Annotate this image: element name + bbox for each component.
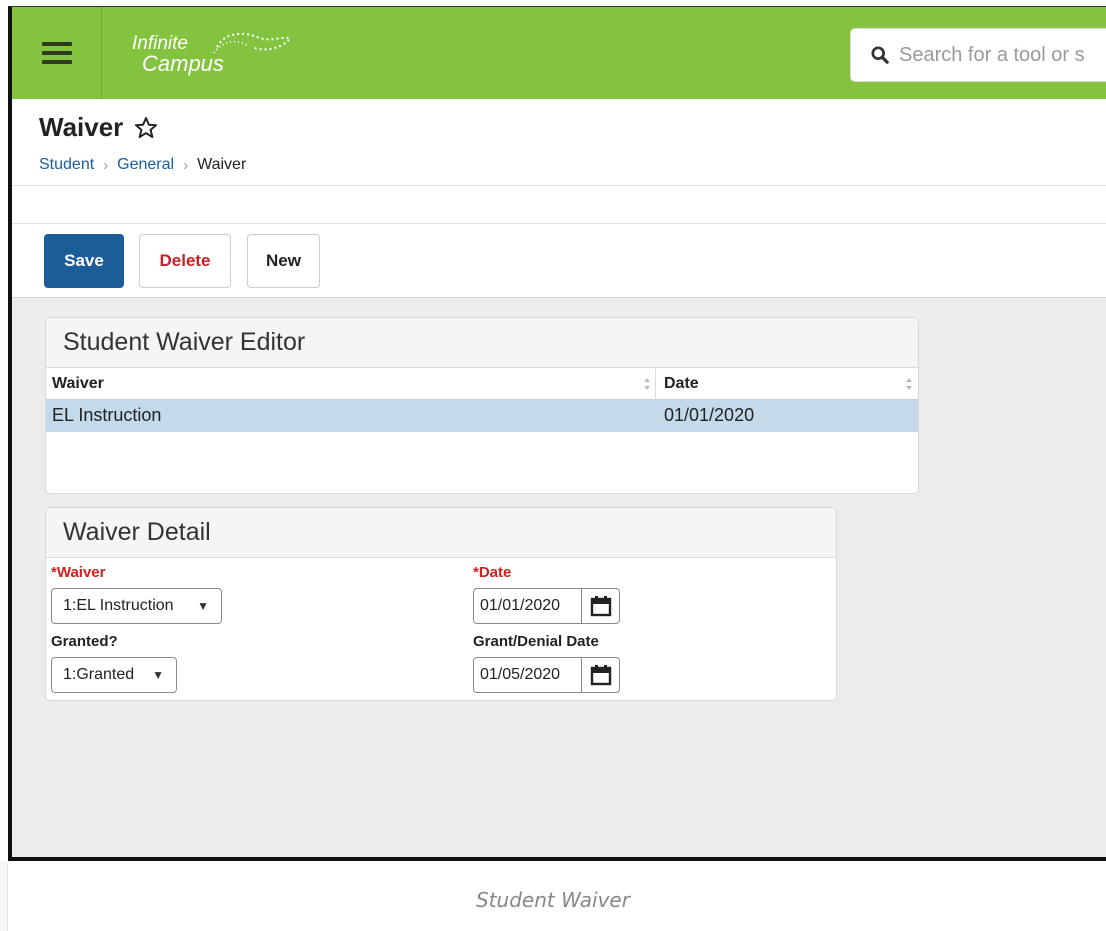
waiver-detail-panel: Waiver Detail *Waiver 1:EL Instruction ▼… [45, 507, 837, 701]
table-header: Waiver Date [46, 368, 918, 400]
action-toolbar: Save Delete New [12, 224, 1106, 298]
page-header: Waiver Student › General › Waiver [12, 99, 1106, 224]
breadcrumb: Student › General › Waiver [39, 156, 246, 174]
page-title-text: Waiver [39, 112, 124, 142]
cell-date: 01/01/2020 [664, 405, 755, 425]
new-button[interactable]: New [247, 234, 320, 288]
search-bar[interactable] [850, 28, 1106, 82]
column-header-date[interactable]: Date [664, 368, 699, 400]
app-window: Infinite Campus Waiver Student › General [8, 6, 1106, 861]
table-row[interactable]: EL Instruction 01/01/2020 [46, 400, 918, 432]
grant-denial-date-field[interactable]: 01/05/2020 [473, 657, 620, 693]
sort-icon[interactable] [643, 376, 651, 392]
waiver-select-value: 1:EL Instruction [63, 597, 174, 614]
logo: Infinite Campus [132, 27, 292, 79]
grant-denial-date-label: Grant/Denial Date [473, 633, 599, 650]
date-field[interactable]: 01/01/2020 [473, 588, 620, 624]
top-bar: Infinite Campus [12, 7, 1106, 99]
waiver-label: *Waiver [51, 564, 106, 581]
date-label: *Date [473, 564, 512, 581]
date-value: 01/01/2020 [480, 597, 561, 614]
column-header-waiver[interactable]: Waiver [52, 368, 104, 400]
breadcrumb-general[interactable]: General [117, 156, 174, 174]
search-input[interactable] [899, 43, 1106, 67]
granted-select-value: 1:Granted [63, 666, 135, 683]
cell-waiver: EL Instruction [52, 405, 162, 425]
caret-down-icon: ▼ [197, 599, 209, 613]
student-waiver-editor-panel: Student Waiver Editor Waiver Date EL Ins… [45, 317, 919, 494]
panel-title: Waiver Detail [46, 508, 836, 558]
waiver-select[interactable]: 1:EL Instruction ▼ [51, 588, 222, 624]
caret-down-icon: ▼ [152, 668, 164, 682]
calendar-icon[interactable] [581, 589, 619, 623]
granted-select[interactable]: 1:Granted ▼ [51, 657, 177, 693]
divider [12, 185, 1106, 186]
image-caption: Student Waiver [476, 888, 630, 912]
delete-button[interactable]: Delete [139, 234, 231, 288]
star-icon[interactable] [133, 115, 159, 141]
calendar-icon[interactable] [581, 658, 619, 692]
chevron-right-icon: › [103, 156, 109, 174]
breadcrumb-current: Waiver [197, 156, 247, 173]
granted-label: Granted? [51, 633, 118, 650]
panel-title: Student Waiver Editor [46, 318, 918, 368]
chevron-right-icon: › [183, 156, 189, 174]
hamburger-icon [41, 42, 72, 64]
menu-button[interactable] [12, 7, 102, 99]
sort-icon[interactable] [905, 376, 913, 392]
save-button[interactable]: Save [44, 234, 124, 288]
grant-denial-date-value: 01/05/2020 [480, 666, 561, 683]
column-divider [655, 368, 656, 400]
search-icon [871, 46, 889, 64]
logo-text-bottom: Campus [142, 51, 224, 76]
breadcrumb-student[interactable]: Student [39, 156, 94, 174]
page-title: Waiver [39, 112, 159, 143]
